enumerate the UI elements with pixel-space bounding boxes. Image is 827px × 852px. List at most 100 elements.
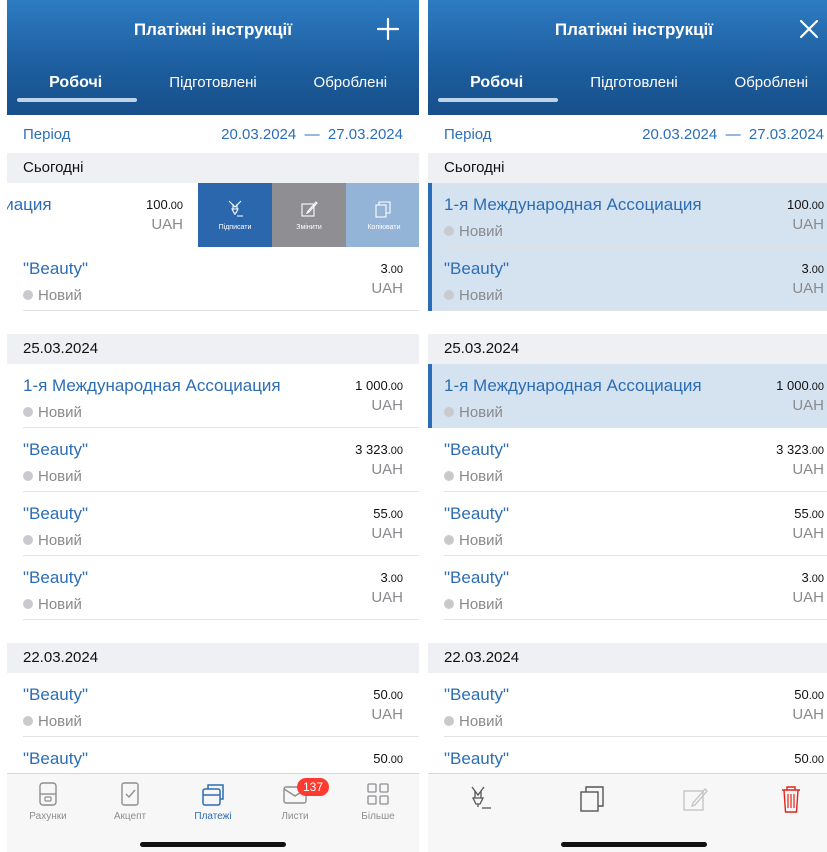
active-tab-indicator [438, 98, 558, 102]
tab-processed[interactable]: Оброблені [282, 68, 419, 102]
payment-row[interactable]: "Beauty" Новий 3.00 UAH [7, 247, 419, 311]
period-dash: — [304, 126, 320, 143]
delete-button[interactable] [774, 784, 808, 814]
payee-name: "Beauty" [23, 749, 88, 768]
amount-integer: 3 323 [776, 442, 809, 457]
status-text: Новий [38, 532, 82, 549]
amount-integer: 3 [380, 261, 388, 276]
status-dot [23, 535, 33, 545]
amount-integer: 3 [380, 570, 388, 585]
amount: 1 000.00 [776, 378, 824, 393]
amount-decimals: .00 [387, 754, 403, 766]
amount-decimals: .00 [808, 573, 824, 585]
amount: 1 000.00 [355, 378, 403, 393]
tabbar-label-letters: Листи [281, 811, 309, 822]
payment-row[interactable]: "Beauty" Новий 3.00 UAH [7, 556, 419, 620]
payment-row[interactable]: 1-я Международная Ассоциация Новий 1 000.0… [428, 364, 827, 428]
tabbar-item-more[interactable]: Більше [337, 780, 419, 822]
tab-working[interactable]: Робочі [428, 68, 565, 102]
payment-row[interactable]: "Beauty" Новий 3 323.00 UAH [428, 428, 827, 492]
tabbar-item-accounts[interactable]: Рахунки [7, 780, 89, 822]
edit-button[interactable] [678, 784, 712, 814]
tab-prepared[interactable]: Підготовлені [565, 68, 702, 102]
payee-name: "Beauty" [444, 749, 509, 768]
status-text: Новий [459, 287, 503, 304]
payment-row[interactable]: "Beauty" Новий 55.00 UAH [428, 492, 827, 556]
payee-name: "Beauty" [23, 504, 88, 523]
period-from: 20.03.2024 [642, 126, 718, 143]
row-divider [23, 310, 419, 311]
row-divider [23, 619, 419, 620]
period-label: Період [23, 126, 71, 143]
currency: UAH [792, 706, 824, 723]
payee-name: "Beauty" [23, 685, 88, 704]
swipe-action-label: Підписати [218, 224, 252, 231]
amount: 55.00 [794, 506, 824, 521]
amount-decimals: .00 [808, 754, 824, 766]
swipe-action-edit[interactable]: Змінити [272, 183, 346, 247]
amount-integer: 1 000 [776, 378, 809, 393]
payment-row[interactable]: "Beauty" Новий 50.00 UAH [428, 673, 827, 737]
status-text: Новий [459, 713, 503, 730]
status-text: Новий [459, 223, 503, 240]
currency: UAH [792, 280, 824, 297]
currency: UAH [792, 461, 824, 478]
period-range[interactable]: 20.03.2024 — 27.03.2024 [642, 126, 824, 143]
swipe-action-copy[interactable]: Копіювати [346, 183, 419, 247]
currency: UAH [151, 216, 183, 233]
period-row[interactable]: Період 20.03.2024 — 27.03.2024 [7, 115, 419, 153]
status-text: Новий [38, 404, 82, 421]
status-dot [444, 471, 454, 481]
payee-name: "Beauty" [444, 440, 509, 459]
swipe-action-sign[interactable]: Підписати [198, 183, 272, 247]
payment-row[interactable]: "Beauty" Новий 50.00 UAH [7, 673, 419, 737]
period-row[interactable]: Період 20.03.2024 — 27.03.2024 [428, 115, 827, 153]
tabbar-item-letters[interactable]: 137 Листи [254, 778, 336, 822]
row-divider [444, 619, 827, 620]
payment-row[interactable]: "Beauty" Новий 55.00 UAH [7, 492, 419, 556]
amount: 3.00 [801, 570, 824, 585]
payee-name: "Beauty" [23, 259, 88, 278]
payment-row[interactable]: 1-я Международная Ассоциация Новий 100.00 U… [428, 183, 827, 247]
close-icon[interactable] [794, 14, 824, 44]
tab-processed[interactable]: Оброблені [703, 68, 827, 102]
status-label: Новий [444, 468, 503, 485]
amount-decimals: .00 [808, 445, 824, 457]
plus-icon[interactable] [373, 14, 403, 44]
status-dot [444, 535, 454, 545]
payee-name: "Beauty" [444, 504, 509, 523]
home-indicator [140, 842, 286, 847]
amount-integer: 3 [801, 261, 809, 276]
more-icon [367, 783, 389, 805]
payment-row[interactable]: 1-я Международная Ассоциация Новий 1 000.0… [7, 364, 419, 428]
status-text: Новий [38, 468, 82, 485]
tabbar-item-accept[interactable]: Акцепт [89, 780, 171, 822]
period-from: 20.03.2024 [221, 126, 297, 143]
status-dot [23, 407, 33, 417]
payment-row[interactable]: оциация 100.00 UAH Підписати Змінити Копіюват… [7, 183, 419, 247]
amount-decimals: .00 [387, 573, 403, 585]
period-range[interactable]: 20.03.2024 — 27.03.2024 [221, 126, 403, 143]
selection-indicator [428, 247, 432, 311]
status-label: Новий [444, 713, 503, 730]
amount-integer: 50 [794, 687, 809, 702]
status-text: Новий [459, 404, 503, 421]
tab-prepared[interactable]: Підготовлені [144, 68, 281, 102]
sign-button[interactable] [461, 784, 495, 814]
amount: 3 323.00 [776, 442, 824, 457]
tab-working[interactable]: Робочі [7, 68, 144, 102]
copy-button[interactable] [575, 784, 609, 814]
nav-header: Платіжні інструкції Робочі Підготовлені … [428, 0, 827, 115]
payee-name: "Beauty" [444, 568, 509, 587]
amount: 3.00 [801, 261, 824, 276]
payment-row[interactable]: "Beauty" Новий 3.00 UAH [428, 247, 827, 311]
tabbar-item-payments[interactable]: Платежі [172, 780, 254, 822]
status-text: Новий [38, 596, 82, 613]
amount-decimals: .00 [387, 381, 403, 393]
letters-badge: 137 [297, 778, 329, 796]
payment-row[interactable]: "Beauty" Новий 3.00 UAH [428, 556, 827, 620]
currency: UAH [792, 216, 824, 233]
currency: UAH [792, 397, 824, 414]
payment-row[interactable]: "Beauty" Новий 3 323.00 UAH [7, 428, 419, 492]
status-dot [444, 599, 454, 609]
